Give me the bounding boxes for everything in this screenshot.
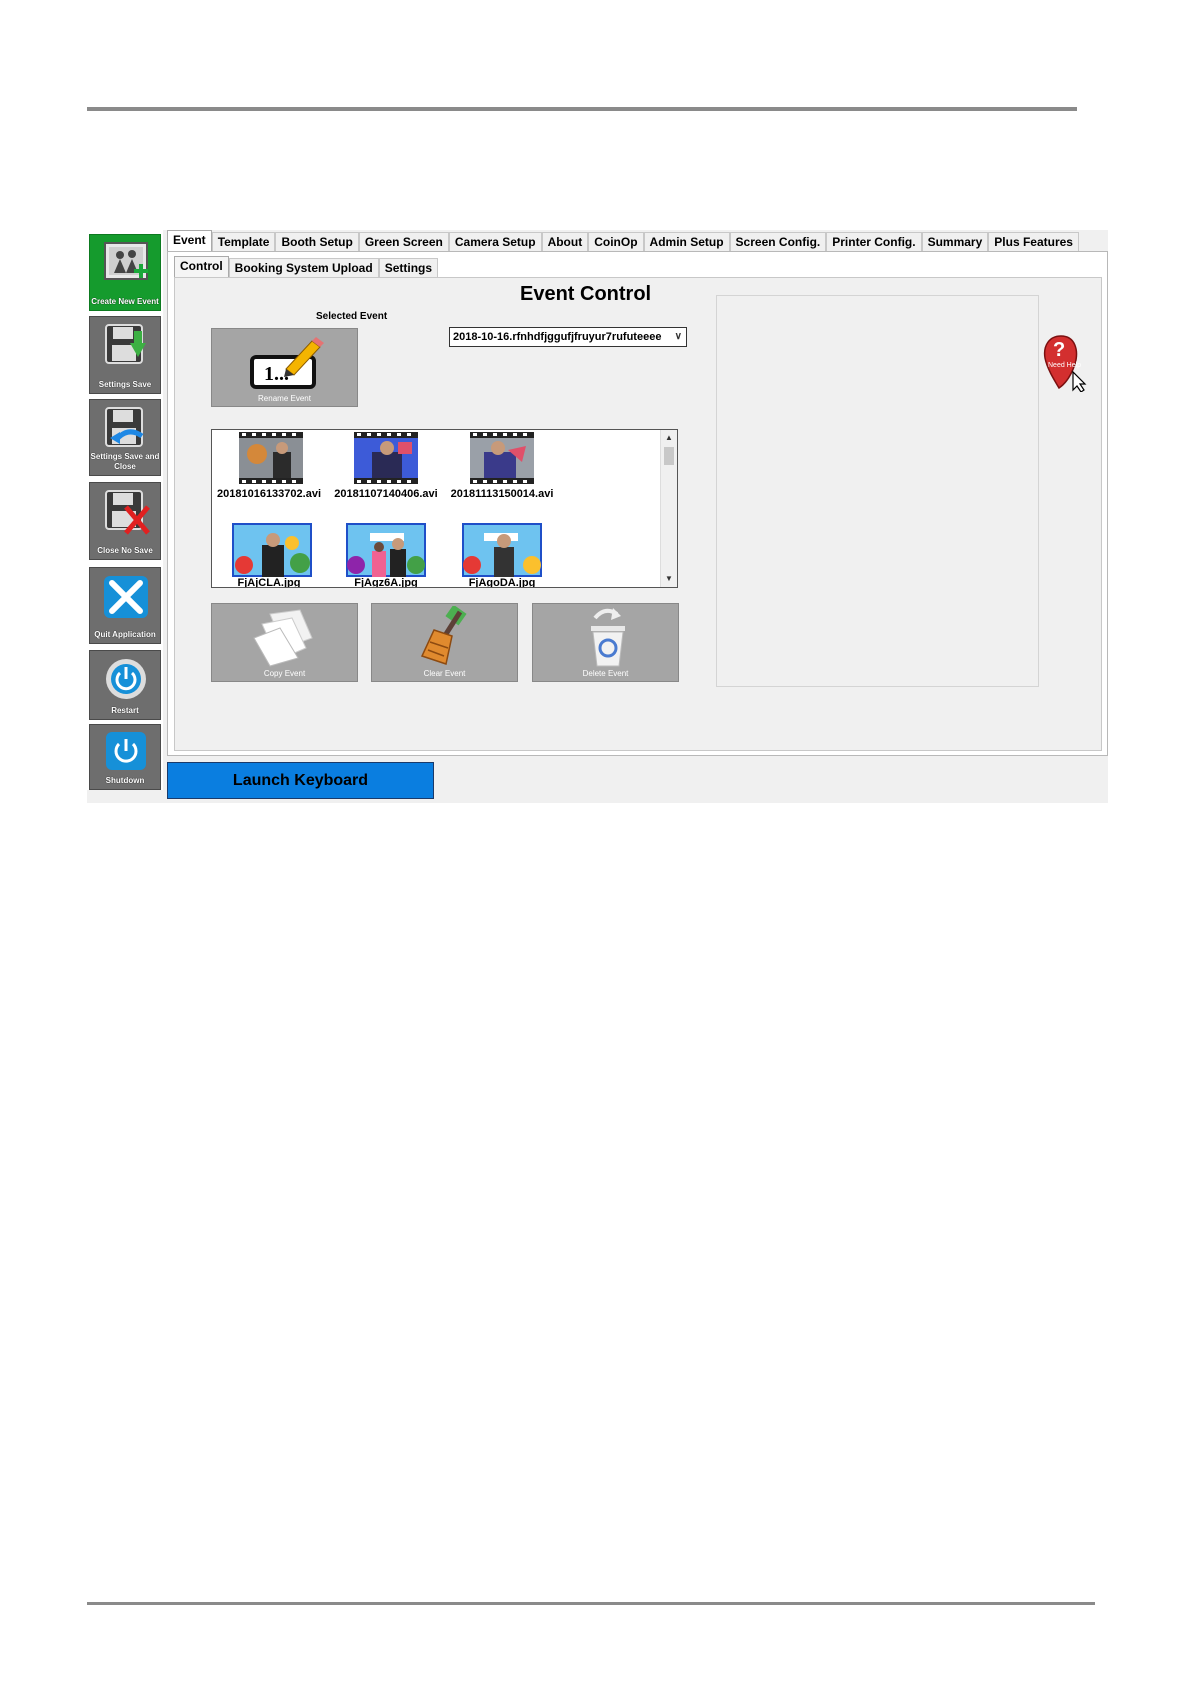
footer-rule — [87, 1602, 1095, 1605]
scroll-down-icon[interactable]: ▼ — [661, 572, 677, 586]
x-icon — [104, 576, 148, 618]
list-scrollbar[interactable]: ▲ ▼ — [660, 430, 677, 587]
svg-text:?: ? — [1053, 339, 1065, 361]
event-tab-panel: Control Booking System Upload Settings E… — [167, 251, 1108, 756]
quit-application-button[interactable]: Quit Application — [89, 567, 161, 644]
file-name: FjAgz6A.jpg — [354, 577, 418, 588]
app-window: Create New Event Settings Save Settings … — [87, 230, 1108, 803]
tab-about[interactable]: About — [541, 232, 589, 252]
tab-admin-setup[interactable]: Admin Setup — [643, 232, 730, 252]
sidebar-item-label: Restart — [111, 706, 139, 715]
close-no-save-button[interactable]: Close No Save — [89, 482, 161, 560]
tab-camera-setup[interactable]: Camera Setup — [448, 232, 542, 252]
video-thumbnail — [239, 432, 303, 484]
launch-keyboard-button[interactable]: Launch Keyboard — [167, 762, 434, 799]
tab-booth-setup[interactable]: Booth Setup — [275, 232, 359, 252]
clear-event-label: Clear Event — [423, 669, 466, 678]
image-thumbnail — [232, 523, 312, 577]
broom-icon — [420, 606, 467, 665]
header-rule — [87, 107, 1077, 111]
sidebar: Create New Event Settings Save Settings … — [87, 230, 163, 790]
selected-event-label: Selected Event — [316, 311, 388, 322]
delete-event-button[interactable]: Delete Event — [532, 603, 679, 682]
create-new-event-button[interactable]: Create New Event — [89, 234, 161, 311]
selected-event-dropdown[interactable]: 2018-10-16.rfnhdfjggufjfruyur7rufuteeee … — [449, 327, 687, 347]
tab-screen-config[interactable]: Screen Config. — [729, 232, 827, 252]
file-name: FjAgoDA.jpg — [468, 577, 536, 588]
image-thumbnail — [462, 523, 542, 577]
floppy-download-icon — [105, 324, 146, 364]
list-item[interactable]: FjAgoDA.jpg — [448, 523, 556, 588]
page-title: Event Control — [520, 283, 652, 305]
sidebar-item-label: Settings Save and Close — [90, 452, 160, 471]
control-panel: Event Control Selected Event 1... Rename… — [174, 277, 1102, 751]
need-help-icon: ? Need Help — [1043, 335, 1087, 393]
scroll-up-icon[interactable]: ▲ — [661, 431, 677, 445]
list-item[interactable]: 20181107140406.avi — [332, 432, 440, 502]
file-name: 20181113150014.avi — [450, 488, 554, 500]
sub-tabs: Control Booking System Upload Settings — [174, 256, 439, 278]
list-item[interactable]: 20181113150014.avi — [448, 432, 556, 502]
list-item[interactable]: FjAjCLA.jpg — [215, 523, 323, 588]
tab-green-screen[interactable]: Green Screen — [358, 232, 449, 252]
restart-button[interactable]: Restart — [89, 650, 161, 720]
need-help-button[interactable]: ? Need Help — [1041, 334, 1091, 393]
sidebar-item-label: Create New Event — [91, 297, 159, 306]
floppy-return-icon — [105, 407, 144, 447]
video-thumbnail — [354, 432, 418, 484]
rename-event-label: Rename Event — [258, 394, 311, 403]
main-tabs: Event Template Booth Setup Green Screen … — [167, 230, 1079, 252]
copy-pages-icon — [253, 609, 313, 667]
sidebar-item-label: Settings Save — [98, 380, 152, 389]
tab-coinop[interactable]: CoinOp — [588, 232, 644, 252]
event-file-list[interactable]: 20181016133702.avi 20181107140406.avi 20… — [211, 429, 678, 588]
create-event-icon — [104, 242, 148, 280]
restart-icon — [106, 659, 146, 699]
document-page: Create New Event Settings Save Settings … — [0, 0, 1192, 1685]
floppy-x-icon — [105, 490, 150, 535]
file-name: 20181016133702.avi — [217, 488, 321, 500]
event-preview-pane — [716, 295, 1039, 687]
sidebar-item-label: Shutdown — [105, 776, 145, 785]
power-icon — [106, 732, 146, 770]
rename-event-button[interactable]: 1... Rename Event — [211, 328, 358, 407]
tab-plus-features[interactable]: Plus Features — [988, 232, 1079, 252]
tab-template[interactable]: Template — [211, 232, 276, 252]
tab-event[interactable]: Event — [167, 230, 212, 252]
tab-printer-config[interactable]: Printer Config. — [826, 232, 922, 252]
file-name: FjAjCLA.jpg — [237, 577, 301, 588]
copy-event-button[interactable]: Copy Event — [211, 603, 358, 682]
clear-event-button[interactable]: Clear Event — [371, 603, 518, 682]
delete-event-label: Delete Event — [582, 669, 629, 678]
image-thumbnail — [346, 523, 426, 577]
settings-save-button[interactable]: Settings Save — [89, 316, 161, 394]
tab-summary[interactable]: Summary — [921, 232, 989, 252]
selected-event-value: 2018-10-16.rfnhdfjggufjfruyur7rufuteeee — [453, 331, 662, 343]
file-name: 20181107140406.avi — [334, 488, 438, 500]
need-help-label: Need Help — [1048, 362, 1081, 369]
list-item[interactable]: 20181016133702.avi — [215, 432, 323, 502]
sidebar-item-label: Quit Application — [94, 630, 156, 639]
rename-pencil-icon: 1... — [250, 337, 324, 389]
subtab-booking-system-upload[interactable]: Booking System Upload — [228, 258, 379, 278]
recycle-bin-icon — [591, 608, 625, 667]
sidebar-item-label: Close No Save — [97, 546, 153, 555]
scroll-thumb[interactable] — [664, 447, 674, 465]
subtab-settings[interactable]: Settings — [378, 258, 439, 278]
copy-event-label: Copy Event — [263, 669, 306, 678]
settings-save-close-button[interactable]: Settings Save and Close — [89, 399, 161, 476]
list-item[interactable]: FjAgz6A.jpg — [332, 523, 440, 588]
video-thumbnail — [470, 432, 534, 484]
shutdown-button[interactable]: Shutdown — [89, 724, 161, 790]
subtab-control[interactable]: Control — [174, 256, 229, 278]
chevron-down-icon: ∨ — [674, 331, 682, 342]
main-area: Event Template Booth Setup Green Screen … — [167, 230, 1108, 803]
